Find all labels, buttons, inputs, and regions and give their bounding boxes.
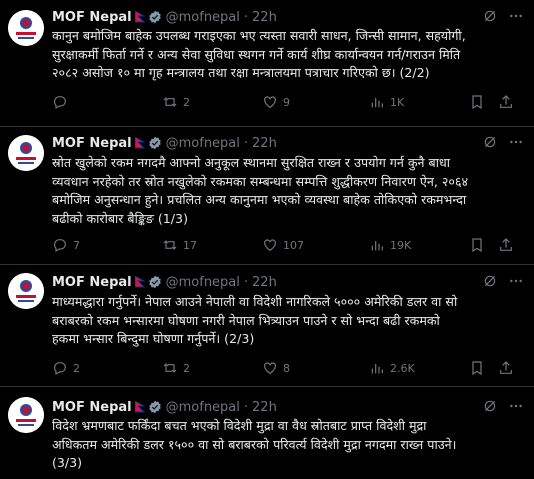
like-button[interactable]: 107: [262, 237, 304, 253]
separator-dot: ·: [243, 399, 249, 415]
repost-count: 2: [183, 361, 190, 375]
nepal-flag-icon: [134, 276, 145, 288]
views-button[interactable]: 19K: [369, 237, 411, 253]
repost-button[interactable]: 2: [162, 360, 190, 376]
share-icon: [498, 94, 514, 110]
reply-icon: [52, 360, 68, 376]
nepal-flag-icon: [134, 11, 145, 23]
bookmark-button[interactable]: [469, 237, 485, 253]
like-button[interactable]: 8: [262, 360, 290, 376]
repost-icon: [162, 360, 178, 376]
tweet[interactable]: MOF Nepal @mofnepal · 22h माध्यमद्धारा ग…: [0, 265, 534, 387]
reply-icon: [52, 94, 68, 110]
verified-badge-icon: [148, 275, 162, 289]
separator-dot: ·: [243, 135, 249, 151]
timestamp[interactable]: 22h: [252, 10, 277, 25]
verified-badge-icon: [148, 10, 162, 24]
like-count: 8: [283, 361, 290, 375]
bookmark-button[interactable]: [469, 94, 485, 110]
avatar[interactable]: [8, 10, 44, 46]
heart-icon: [262, 94, 278, 110]
nepal-flag-icon: [134, 401, 145, 413]
repost-button[interactable]: 2: [162, 94, 190, 110]
timestamp[interactable]: 22h: [252, 136, 277, 151]
views-icon: [369, 237, 385, 253]
like-count: 9: [283, 95, 290, 109]
like-button[interactable]: 9: [262, 94, 290, 110]
view-count: 2.6K: [390, 361, 415, 375]
more-options-icon[interactable]: [508, 398, 524, 418]
grok-icon[interactable]: [482, 273, 498, 293]
view-count: 19K: [390, 238, 412, 252]
reply-button[interactable]: 2: [52, 360, 80, 376]
verified-badge-icon: [148, 400, 162, 414]
timestamp[interactable]: 22h: [252, 400, 277, 415]
author-name[interactable]: MOF Nepal: [52, 275, 132, 290]
like-count: 107: [283, 238, 304, 252]
grok-icon[interactable]: [482, 398, 498, 418]
avatar[interactable]: [8, 273, 44, 309]
repost-count: 2: [183, 95, 190, 109]
tweet[interactable]: MOF Nepal @mofnepal · 22h स्रोत खुलेको र…: [0, 127, 534, 265]
heart-icon: [262, 237, 278, 253]
author-handle[interactable]: @mofnepal: [166, 275, 240, 290]
more-options-icon[interactable]: [508, 134, 524, 154]
author-name[interactable]: MOF Nepal: [52, 136, 132, 151]
repost-count: 17: [183, 238, 197, 252]
timestamp[interactable]: 22h: [252, 275, 277, 290]
reply-button[interactable]: [52, 94, 73, 110]
tweet-text: स्रोत खुलेको रकम नगदमै आफ्नो अनुकूल स्था…: [52, 155, 469, 226]
views-icon: [369, 94, 385, 110]
tweet-text: विदेश भ्रमणबाट फर्किंदा बचत भएको विदेशी …: [52, 418, 457, 470]
reply-count: 2: [73, 361, 80, 375]
separator-dot: ·: [243, 9, 249, 25]
tweet[interactable]: MOF Nepal @mofnepal · 22h विदेश भ्रमणबाट…: [0, 387, 534, 479]
share-button[interactable]: [498, 94, 514, 110]
grok-icon[interactable]: [482, 8, 498, 28]
nepal-flag-icon: [134, 137, 145, 149]
bookmark-icon: [469, 360, 485, 376]
repost-icon: [162, 94, 178, 110]
tweet-text: कानुन बमोजिम बाहेक उपलब्ध गराइएका भए त्य…: [52, 28, 466, 80]
grok-icon[interactable]: [482, 134, 498, 154]
view-count: 1K: [390, 95, 405, 109]
avatar[interactable]: [8, 397, 44, 433]
reply-icon: [52, 237, 68, 253]
author-name[interactable]: MOF Nepal: [52, 400, 132, 415]
author-name[interactable]: MOF Nepal: [52, 10, 132, 25]
separator-dot: ·: [243, 274, 249, 290]
share-button[interactable]: [498, 237, 514, 253]
bookmark-button[interactable]: [469, 360, 485, 376]
reply-count: 7: [73, 238, 80, 252]
more-options-icon[interactable]: [508, 8, 524, 28]
more-options-icon[interactable]: [508, 273, 524, 293]
tweet[interactable]: MOF Nepal @mofnepal · 22h कानुन बमोजिम ब…: [0, 0, 534, 127]
share-button[interactable]: [498, 360, 514, 376]
views-icon: [369, 360, 385, 376]
author-handle[interactable]: @mofnepal: [166, 10, 240, 25]
views-button[interactable]: 1K: [369, 94, 404, 110]
verified-badge-icon: [148, 136, 162, 150]
bookmark-icon: [469, 237, 485, 253]
heart-icon: [262, 360, 278, 376]
repost-icon: [162, 237, 178, 253]
bookmark-icon: [469, 94, 485, 110]
author-handle[interactable]: @mofnepal: [166, 136, 240, 151]
reply-button[interactable]: 7: [52, 237, 80, 253]
tweet-text: माध्यमद्धारा गर्नुपर्ने। नेपाल आउने नेपा…: [52, 294, 458, 346]
avatar[interactable]: [8, 135, 44, 171]
share-icon: [498, 237, 514, 253]
author-handle[interactable]: @mofnepal: [166, 400, 240, 415]
share-icon: [498, 360, 514, 376]
views-button[interactable]: 2.6K: [369, 360, 415, 376]
repost-button[interactable]: 17: [162, 237, 197, 253]
